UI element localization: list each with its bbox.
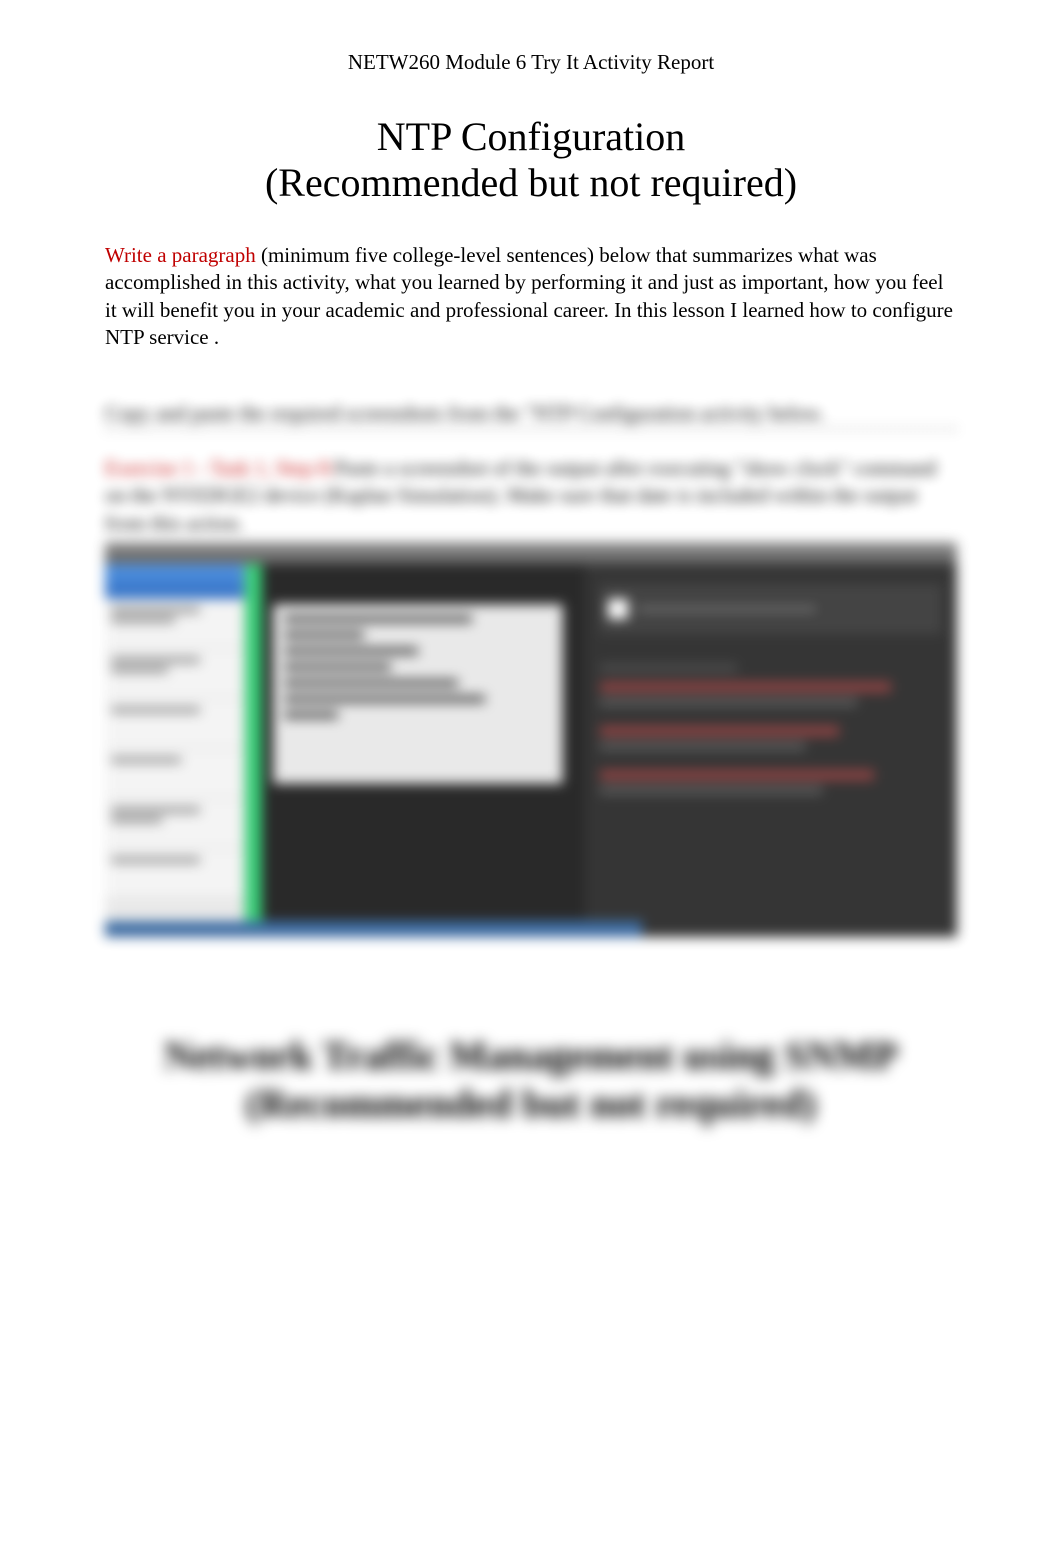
screenshot-left-item bbox=[105, 699, 244, 749]
page-header: NETW260 Module 6 Try It Activity Report bbox=[105, 50, 957, 75]
screenshot-mid-panel bbox=[245, 564, 585, 937]
screenshot-right-top bbox=[600, 584, 942, 634]
screenshot-body bbox=[105, 564, 957, 937]
section2-title-line2: (Recommended but not required) bbox=[105, 1080, 957, 1128]
screenshot-left-item bbox=[105, 599, 244, 649]
screenshot-titlebar bbox=[105, 542, 957, 564]
screenshot-left-item bbox=[105, 749, 244, 799]
paragraph-prompt: Write a paragraph (minimum five college-… bbox=[105, 242, 957, 351]
section2-title: Network Traffic Management using SNMP (R… bbox=[105, 1032, 957, 1128]
document-page: NETW260 Module 6 Try It Activity Report … bbox=[0, 0, 1062, 1561]
exercise-prompt: Exercise 1 - Task 1, Step 8:Paste a scre… bbox=[105, 455, 957, 537]
section1-title-line1: NTP Configuration bbox=[105, 115, 957, 159]
prompt-red-text: Write a paragraph bbox=[105, 243, 256, 267]
screenshot-instruction: Copy and paste the required screenshots … bbox=[105, 401, 957, 430]
embedded-screenshot bbox=[105, 542, 957, 937]
section1-title: NTP Configuration (Recommended but not r… bbox=[105, 115, 957, 207]
screenshot-terminal bbox=[273, 604, 563, 784]
screenshot-left-header bbox=[105, 564, 244, 599]
screenshot-right-block bbox=[600, 664, 942, 794]
screenshot-left-item bbox=[105, 649, 244, 699]
exercise-red-text: Exercise 1 - Task 1, Step 8: bbox=[105, 456, 335, 480]
screenshot-green-strip bbox=[248, 564, 262, 937]
section2-title-line1: Network Traffic Management using SNMP bbox=[105, 1032, 957, 1080]
screenshot-left-item bbox=[105, 849, 244, 899]
screenshot-checkbox bbox=[608, 599, 628, 619]
screenshot-right-panel bbox=[585, 564, 957, 937]
screenshot-left-panel bbox=[105, 564, 245, 937]
section1-title-line2: (Recommended but not required) bbox=[105, 159, 957, 207]
screenshot-left-item bbox=[105, 799, 244, 849]
screenshot-taskbar bbox=[105, 921, 642, 937]
blurred-content: Copy and paste the required screenshots … bbox=[105, 401, 957, 937]
